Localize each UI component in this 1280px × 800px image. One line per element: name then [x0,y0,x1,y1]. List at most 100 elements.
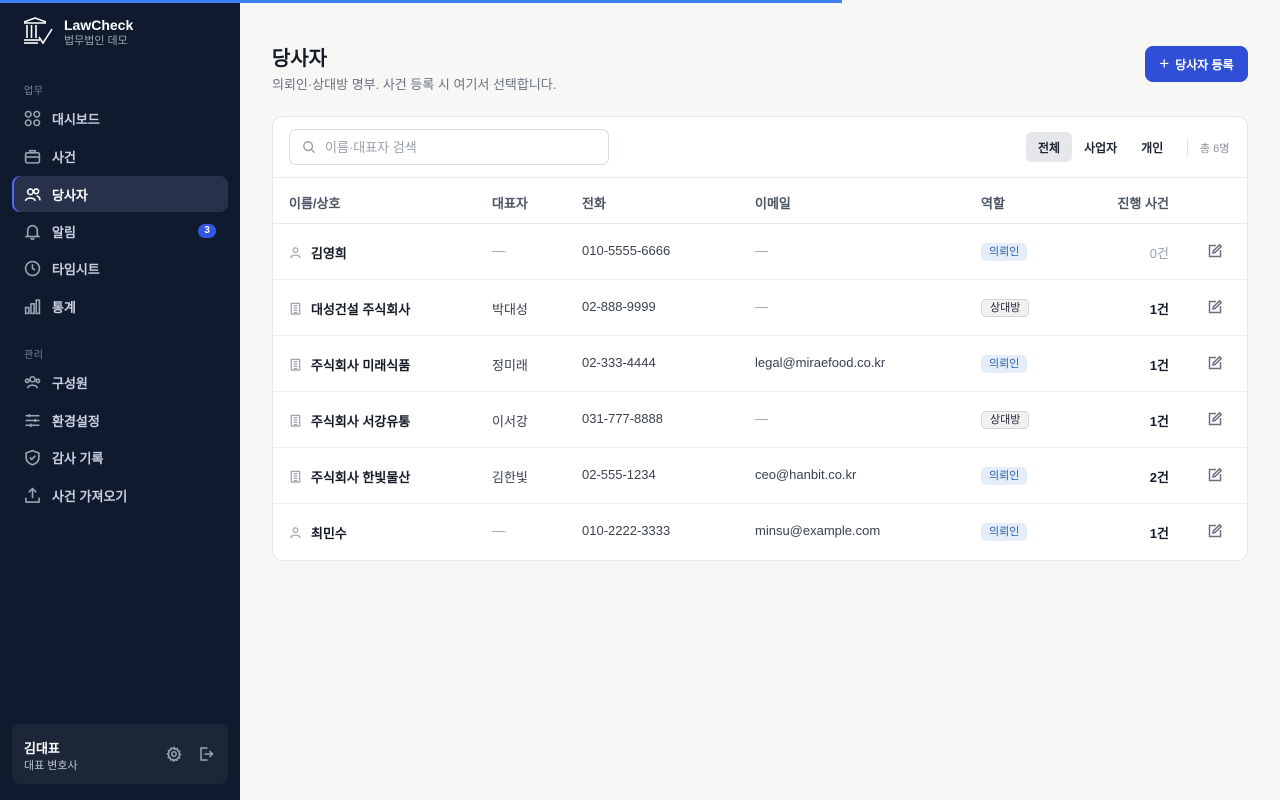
building-icon [290,358,301,371]
party-name: 최민수 [289,523,347,542]
sidebar-item-label: 타임시트 [52,261,100,277]
sidebar-item-dashboard[interactable]: 대시보드 [12,100,228,136]
email: — [755,411,768,426]
col-role: 역할 [981,196,1005,211]
table-row[interactable]: 최민수 — 010-2222-3333 minsu@example.com 의뢰인 1건 [273,504,1247,560]
search-box[interactable] [289,129,609,165]
party-name: 대성건설 주식회사 [289,299,410,318]
sidebar-item-import-cases[interactable]: 사건 가져오기 [12,477,228,513]
parties-card: 전체 사업자 개인 총 6명 이름/상호 대표자 전화 이메일 역할 진행 사건… [272,116,1248,561]
table-row[interactable]: 주식회사 한빛물산 김한빛 02-555-1234 ceo@hanbit.co.kr 의… [273,448,1247,504]
phone: 031-777-8888 [582,411,663,426]
top-progress-bar [240,0,842,3]
representative: 이서강 [492,414,528,429]
nav-section-admin: 관리 [24,350,44,361]
case-count: 0건 [1149,246,1169,261]
col-representative: 대표자 [492,196,528,211]
representative: 정미래 [492,358,528,373]
edit-icon[interactable] [1207,467,1225,485]
user-settings-gear-icon[interactable] [166,746,184,764]
party-name-text: 주식회사 서강유통 [311,414,411,429]
case-count: 2건 [1149,470,1169,485]
grid-icon [24,110,41,127]
sidebar-item-label: 환경설정 [52,413,100,429]
upload-icon [24,486,41,504]
filter-individual[interactable]: 개인 [1129,132,1175,162]
role-badge: 의뢰인 [981,523,1028,541]
sidebar-item-stats[interactable]: 통계 [12,288,228,324]
table-row[interactable]: 대성건설 주식회사 박대성 02-888-9999 — 상대방 1건 [273,280,1247,336]
sidebar-item-cases[interactable]: 사건 [12,138,228,174]
sidebar-item-label: 통계 [52,299,76,315]
search-input[interactable] [325,139,585,155]
edit-icon[interactable] [1207,523,1225,541]
email: — [755,243,768,258]
edit-icon[interactable] [1207,243,1225,261]
sidebar-item-label: 사건 [52,149,76,165]
party-name-text: 주식회사 한빛물산 [311,470,411,485]
sidebar-item-label: 당사자 [52,187,88,203]
table-row[interactable]: 주식회사 서강유통 이서강 031-777-8888 — 상대방 1건 [273,392,1247,448]
email: legal@miraefood.co.kr [755,355,886,370]
party-name-text: 주식회사 미래식품 [311,358,411,373]
phone: 010-5555-6666 [582,243,671,258]
sidebar-item-settings[interactable]: 환경설정 [12,402,228,438]
filter-business[interactable]: 사업자 [1072,132,1129,162]
edit-icon[interactable] [1207,299,1225,317]
col-phone: 전화 [582,196,606,211]
type-filter: 전체 사업자 개인 [1026,132,1175,162]
representative: — [492,243,505,258]
sidebar-item-members[interactable]: 구성원 [12,364,228,400]
bar-chart-icon [24,298,41,315]
sidebar-item-timesheet[interactable]: 타임시트 [12,250,228,286]
role-badge: 상대방 [981,299,1030,317]
divider [1187,138,1188,156]
sidebar-item-label: 구성원 [52,375,88,391]
party-name-text: 대성건설 주식회사 [311,302,411,317]
user-role: 대표 변호사 [24,760,78,772]
brand[interactable]: LawCheck 법무법인 데모 [22,16,133,48]
representative: — [492,523,505,538]
representative: 김한빛 [492,470,528,485]
party-name: 김영희 [289,243,347,262]
building-icon [290,414,301,427]
email: minsu@example.com [755,523,881,538]
role-badge: 의뢰인 [981,355,1028,373]
app-name: LawCheck [64,17,134,33]
sidebar: LawCheck 법무법인 데모 업무 대시보드 사건 당사자 알림 3 타임시… [0,0,240,800]
sidebar-item-alerts[interactable]: 알림 3 [12,213,228,249]
table-row[interactable]: 김영희 — 010-5555-6666 — 의뢰인 0건 [273,224,1247,280]
courthouse-logo-icon [23,17,53,45]
alert-count-badge: 3 [198,224,216,238]
building-icon [290,470,301,483]
add-party-button[interactable]: + 당사자 등록 [1145,46,1248,82]
search-icon [303,141,316,154]
party-name: 주식회사 한빛물산 [289,467,410,486]
filter-all[interactable]: 전체 [1026,132,1073,162]
party-name: 주식회사 서강유통 [289,411,410,430]
table-header: 이름/상호 대표자 전화 이메일 역할 진행 사건 [273,177,1247,224]
sidebar-item-audit-log[interactable]: 감사 기록 [12,439,228,475]
users-icon [24,186,41,203]
col-name: 이름/상호 [289,196,341,211]
bell-icon [24,223,41,240]
nav-section-work: 업무 [24,86,44,97]
phone: 02-888-9999 [582,299,656,314]
col-cases: 진행 사건 [1117,196,1169,211]
sidebar-item-parties[interactable]: 당사자 [12,176,228,212]
sliders-icon [24,412,41,429]
table-row[interactable]: 주식회사 미래식품 정미래 02-333-4444 legal@miraefood.c… [273,336,1247,392]
building-icon [290,302,301,315]
total-count: 총 6명 [1200,143,1230,155]
party-name: 주식회사 미래식품 [289,355,410,374]
edit-icon[interactable] [1207,355,1225,373]
phone: 010-2222-3333 [582,523,671,538]
phone: 02-333-4444 [582,355,656,370]
edit-icon[interactable] [1207,411,1225,429]
logout-icon[interactable] [198,746,216,764]
phone: 02-555-1234 [582,467,656,482]
party-name-text: 김영희 [311,246,347,261]
plus-icon: + [1159,54,1170,73]
role-badge: 상대방 [981,411,1030,429]
email: ceo@hanbit.co.kr [755,467,857,482]
